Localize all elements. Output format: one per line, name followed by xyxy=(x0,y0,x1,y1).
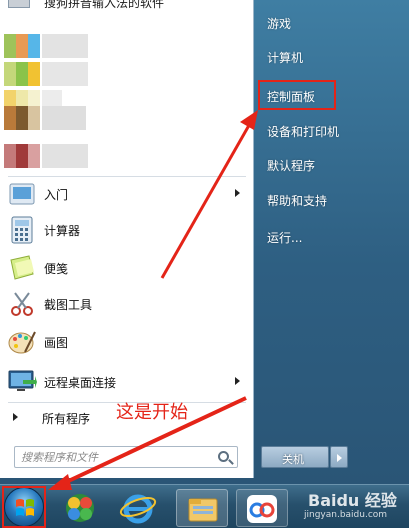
menu-item-label: 游戏 xyxy=(267,17,292,31)
file-explorer-icon xyxy=(188,498,218,522)
snipping-tool-icon xyxy=(11,292,33,316)
control-panel-highlight-box xyxy=(258,80,336,110)
menu-item-label: 设备和打印机 xyxy=(267,125,340,139)
menu-item-label: 入门 xyxy=(44,188,69,202)
menu-item-label: 远程桌面连接 xyxy=(44,376,117,390)
watermark-url: jingyan.baidu.com xyxy=(304,510,388,520)
calculator-icon xyxy=(11,216,33,244)
menu-item-computer[interactable]: 计算机 xyxy=(262,42,402,70)
menu-item-default-programs[interactable]: 默认程序 xyxy=(262,150,402,178)
blurred-recent-item[interactable] xyxy=(4,144,88,168)
menu-item-calculator[interactable]: 计算器 xyxy=(0,212,254,248)
menu-item-sticky-notes[interactable]: 便笺 xyxy=(0,250,254,286)
all-programs-label: 所有程序 xyxy=(42,412,91,426)
taskbar-app-ie[interactable] xyxy=(112,489,164,527)
watermark-logo: Baidu 经验 xyxy=(308,491,397,510)
menu-item-label: 帮助和支持 xyxy=(267,194,328,208)
search-box[interactable] xyxy=(14,446,238,468)
menu-item-label: 计算机 xyxy=(267,51,304,65)
menu-item-label: 默认程序 xyxy=(267,159,316,173)
blurred-recent-item[interactable] xyxy=(4,62,88,86)
taskbar-app-explorer[interactable] xyxy=(176,489,228,527)
arrow-right-icon xyxy=(337,454,342,462)
menu-item-getting-started[interactable]: 入门 xyxy=(0,176,254,212)
submenu-arrow-icon[interactable] xyxy=(235,189,240,197)
menu-item-label: 画图 xyxy=(44,336,69,350)
menu-item-label: 截图工具 xyxy=(44,298,93,312)
remote-desktop-icon xyxy=(8,370,37,391)
blurred-recent-item[interactable] xyxy=(4,106,88,130)
menu-item-remote-desktop[interactable]: 远程桌面连接 xyxy=(0,364,254,400)
menu-item-games[interactable]: 游戏 xyxy=(262,8,402,36)
menu-item-paint[interactable]: 画图 xyxy=(0,324,254,360)
getting-started-icon xyxy=(9,183,35,205)
app-icon xyxy=(8,0,30,8)
blurred-recent-item[interactable] xyxy=(4,34,88,58)
menu-item-label: 运行... xyxy=(267,231,303,245)
submenu-arrow-icon[interactable] xyxy=(235,377,240,385)
expand-arrow-icon xyxy=(13,413,18,421)
pinned-item-partial[interactable]: 搜狗拼音输入法的软件 xyxy=(0,0,254,10)
pinned-item-label: 搜狗拼音输入法的软件 xyxy=(44,0,165,10)
search-icon[interactable] xyxy=(218,451,229,462)
search-input[interactable] xyxy=(21,449,211,465)
menu-item-label: 便笺 xyxy=(44,262,69,276)
shutdown-label: 关机 xyxy=(282,453,304,466)
menu-item-help-support[interactable]: 帮助和支持 xyxy=(262,185,402,213)
start-button-highlight-box xyxy=(2,486,46,528)
menu-item-label: 计算器 xyxy=(44,224,81,238)
shutdown-button[interactable]: 关机 xyxy=(261,446,329,468)
annotation-text: 这是开始 xyxy=(116,402,188,423)
start-menu: 搜狗拼音输入法的软件 入门 计算器 便笺 截图工具 画图 远程桌面连接 所有程序… xyxy=(0,0,409,484)
baidu-jingyan-watermark: Baidu 经验 jingyan.baidu.com xyxy=(278,486,404,526)
360-security-icon xyxy=(66,494,94,522)
ie-browser-icon xyxy=(119,494,157,524)
menu-item-snipping-tool[interactable]: 截图工具 xyxy=(0,286,254,322)
paint-palette-icon xyxy=(8,331,36,354)
taskbar-app-360[interactable] xyxy=(54,489,106,527)
sticky-notes-icon xyxy=(10,255,34,280)
shutdown-options-button[interactable] xyxy=(330,446,348,468)
menu-item-devices-printers[interactable]: 设备和打印机 xyxy=(262,116,402,144)
menu-item-run[interactable]: 运行... xyxy=(262,222,402,250)
